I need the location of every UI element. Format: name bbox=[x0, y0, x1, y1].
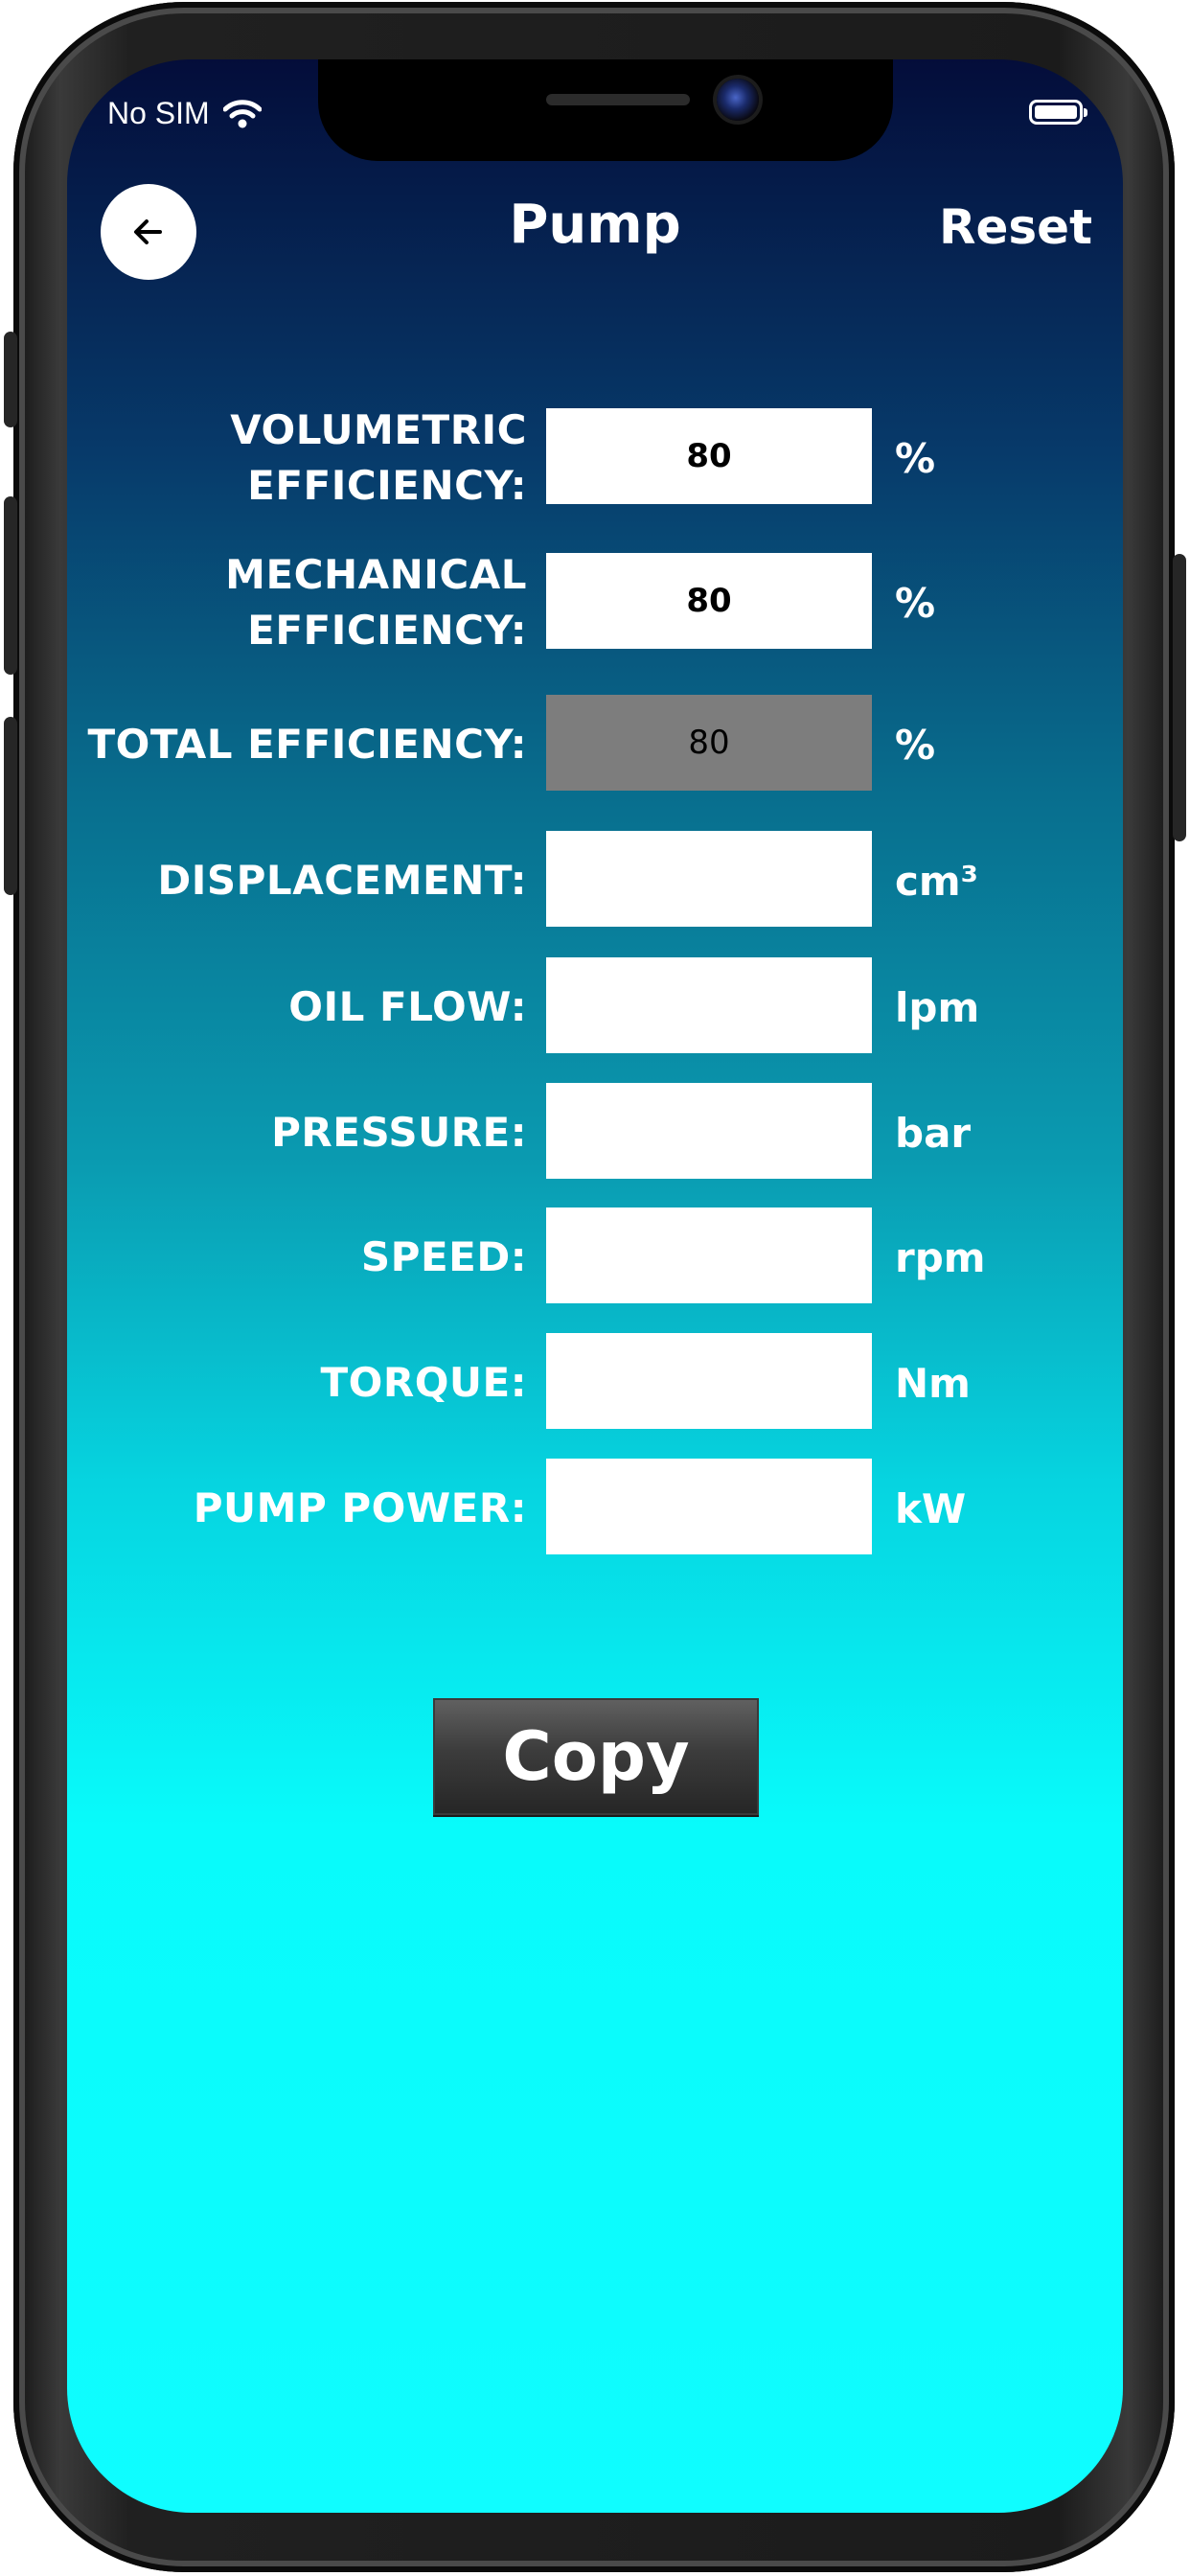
pressure-unit: bar bbox=[895, 1109, 972, 1157]
displacement-input[interactable] bbox=[546, 831, 872, 927]
mechanical-efficiency-label: MECHANICAL EFFICIENCY: bbox=[225, 551, 527, 654]
reset-button[interactable]: Reset bbox=[939, 199, 1092, 255]
notch bbox=[318, 59, 893, 161]
speed-unit: rpm bbox=[895, 1233, 986, 1281]
torque-input[interactable] bbox=[546, 1333, 872, 1429]
mechanical-efficiency-unit: % bbox=[895, 579, 936, 627]
app-screen: No SIM Pump Reset VOLUMETRIC EFFICIENCY:… bbox=[67, 59, 1123, 2513]
torque-label: TORQUE: bbox=[320, 1359, 527, 1406]
displacement-label: DISPLACEMENT: bbox=[157, 857, 527, 904]
mechanical-efficiency-row: MECHANICAL EFFICIENCY: % bbox=[67, 551, 1123, 654]
mute-switch bbox=[4, 332, 17, 427]
torque-unit: Nm bbox=[895, 1359, 971, 1407]
oil-flow-row: OIL FLOW: lpm bbox=[67, 957, 1123, 1057]
mechanical-efficiency-input[interactable] bbox=[546, 553, 872, 649]
displacement-unit: cm³ bbox=[895, 857, 979, 905]
battery-icon bbox=[1029, 100, 1087, 125]
oil-flow-unit: lpm bbox=[895, 983, 980, 1031]
oil-flow-label: OIL FLOW: bbox=[288, 983, 527, 1030]
copy-button[interactable]: Copy bbox=[433, 1698, 759, 1815]
total-efficiency-unit: % bbox=[895, 721, 936, 769]
total-efficiency-row: TOTAL EFFICIENCY: % bbox=[67, 695, 1123, 794]
power-button bbox=[1173, 554, 1186, 841]
volume-down-button bbox=[4, 717, 17, 895]
speed-row: SPEED: rpm bbox=[67, 1208, 1123, 1307]
status-bar-left: No SIM bbox=[107, 96, 262, 131]
pressure-label: PRESSURE: bbox=[271, 1109, 527, 1156]
total-efficiency-input bbox=[546, 695, 872, 791]
speed-input[interactable] bbox=[546, 1208, 872, 1303]
camera-icon bbox=[717, 79, 759, 121]
pump-power-label: PUMP POWER: bbox=[193, 1484, 527, 1531]
speaker bbox=[546, 94, 690, 105]
volumetric-efficiency-unit: % bbox=[895, 434, 936, 482]
carrier-label: No SIM bbox=[107, 96, 210, 130]
volumetric-efficiency-label: VOLUMETRIC EFFICIENCY: bbox=[230, 406, 527, 509]
pump-power-input[interactable] bbox=[546, 1459, 872, 1554]
displacement-row: DISPLACEMENT: cm³ bbox=[67, 831, 1123, 931]
torque-row: TORQUE: Nm bbox=[67, 1333, 1123, 1433]
oil-flow-input[interactable] bbox=[546, 957, 872, 1053]
volumetric-efficiency-input[interactable] bbox=[546, 408, 872, 504]
pressure-row: PRESSURE: bar bbox=[67, 1083, 1123, 1183]
wifi-icon bbox=[222, 99, 262, 127]
total-efficiency-label: TOTAL EFFICIENCY: bbox=[87, 721, 527, 768]
volume-up-button bbox=[4, 496, 17, 675]
pump-power-row: PUMP POWER: kW bbox=[67, 1459, 1123, 1558]
pressure-input[interactable] bbox=[546, 1083, 872, 1179]
speed-label: SPEED: bbox=[360, 1233, 527, 1280]
pump-power-unit: kW bbox=[895, 1484, 967, 1532]
volumetric-efficiency-row: VOLUMETRIC EFFICIENCY: % bbox=[67, 406, 1123, 509]
